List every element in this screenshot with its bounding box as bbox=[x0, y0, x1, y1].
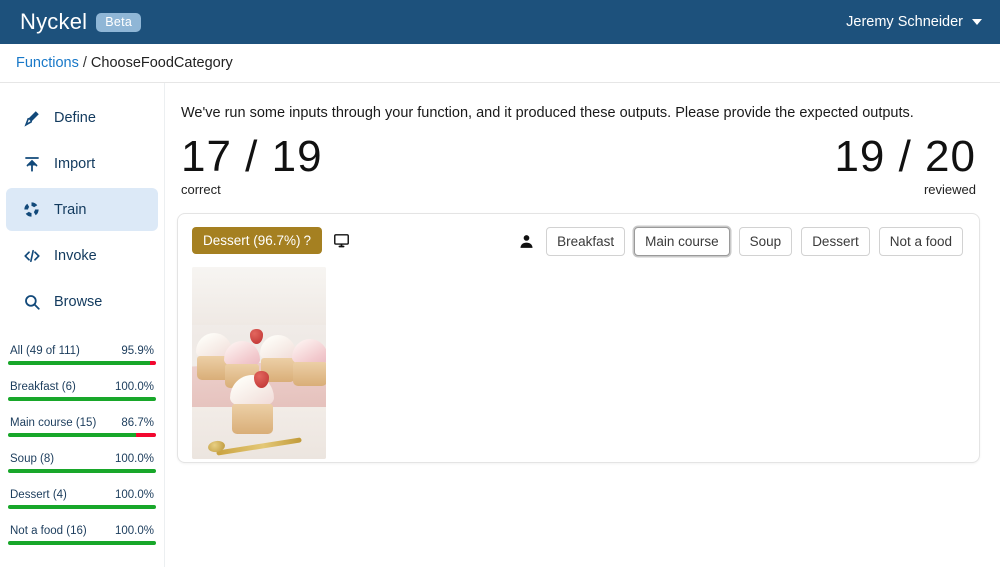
code-icon bbox=[22, 246, 41, 265]
upload-icon bbox=[22, 154, 41, 173]
score-reviewed: 19 / 20 reviewed bbox=[834, 132, 976, 197]
sample-card-header: Dessert (96.7%)? Breakfast Main course S… bbox=[192, 226, 965, 256]
bar-correct bbox=[8, 361, 150, 365]
stat-percent: 100.0% bbox=[114, 453, 154, 465]
sidebar-item-invoke[interactable]: Invoke bbox=[6, 234, 158, 277]
main-content: We've run some inputs through your funct… bbox=[165, 83, 1000, 567]
stat-label: Breakfast (6) bbox=[10, 381, 76, 393]
chevron-down-icon bbox=[972, 19, 982, 25]
cupcake-front-main bbox=[228, 374, 276, 434]
choice-button-main-course[interactable]: Main course bbox=[634, 226, 730, 256]
user-name: Jeremy Schneider bbox=[846, 14, 963, 30]
stat-progress-bar bbox=[8, 433, 156, 437]
stat-label: Soup (8) bbox=[10, 453, 55, 465]
stat-percent: 100.0% bbox=[114, 489, 154, 501]
stat-percent: 100.0% bbox=[114, 381, 154, 393]
stat-row[interactable]: Main course (15) 86.7% bbox=[8, 417, 156, 437]
stat-label: Main course (15) bbox=[10, 417, 97, 429]
choice-button-dessert[interactable]: Dessert bbox=[801, 226, 870, 256]
stat-progress-bar bbox=[8, 505, 156, 509]
cupcake-far-right bbox=[290, 338, 326, 386]
stat-percent: 100.0% bbox=[114, 525, 154, 537]
sidebar-item-label: Invoke bbox=[54, 247, 97, 264]
stat-row[interactable]: Dessert (4) 100.0% bbox=[8, 489, 156, 509]
monitor-icon bbox=[333, 232, 350, 249]
breadcrumb: Functions / ChooseFoodCategory bbox=[0, 44, 1000, 83]
stat-progress-bar bbox=[8, 397, 156, 401]
stat-progress-bar bbox=[8, 361, 156, 365]
score-reviewed-label: reviewed bbox=[923, 181, 976, 197]
sample-image-cupcakes[interactable] bbox=[192, 266, 326, 459]
train-icon bbox=[22, 200, 41, 219]
page-layout: Define Import Train Invoke Browse All (4… bbox=[0, 83, 1000, 567]
sidebar-item-import[interactable]: Import bbox=[6, 142, 158, 185]
top-navigation-bar: Nyckel Beta Jeremy Schneider bbox=[0, 0, 1000, 44]
stat-row[interactable]: Not a food (16) 100.0% bbox=[8, 525, 156, 545]
person-icon bbox=[518, 233, 535, 250]
label-choice-group: Breakfast Main course Soup Dessert Not a… bbox=[518, 226, 965, 256]
image-background-top bbox=[192, 266, 326, 325]
bar-incorrect bbox=[149, 361, 156, 365]
brush-icon bbox=[22, 108, 41, 127]
score-reviewed-value: 19 / 20 bbox=[834, 132, 976, 181]
score-correct-value: 17 / 19 bbox=[181, 132, 323, 181]
search-icon bbox=[22, 292, 41, 311]
bar-correct bbox=[8, 541, 156, 545]
breadcrumb-current: ChooseFoodCategory bbox=[90, 55, 233, 71]
sidebar: Define Import Train Invoke Browse All (4… bbox=[0, 83, 165, 567]
prediction-group: Dessert (96.7%)? bbox=[192, 226, 350, 254]
bar-incorrect bbox=[136, 433, 156, 437]
sidebar-item-label: Browse bbox=[54, 293, 103, 310]
class-stats-list: All (49 of 111) 95.9% Breakfast (6) 100.… bbox=[0, 345, 164, 545]
stat-label: Dessert (4) bbox=[10, 489, 67, 501]
stat-label: All (49 of 111) bbox=[10, 345, 80, 357]
stat-row[interactable]: Soup (8) 100.0% bbox=[8, 453, 156, 473]
sidebar-item-label: Train bbox=[54, 201, 87, 218]
bar-correct bbox=[8, 505, 156, 509]
breadcrumb-separator: / bbox=[82, 55, 87, 71]
bar-correct bbox=[8, 469, 156, 473]
score-summary: 17 / 19 correct 19 / 20 reviewed bbox=[177, 132, 980, 197]
stat-row[interactable]: Breakfast (6) 100.0% bbox=[8, 381, 156, 401]
sample-card: Dessert (96.7%)? Breakfast Main course S… bbox=[177, 212, 980, 463]
stat-percent: 86.7% bbox=[121, 417, 154, 429]
bar-correct bbox=[8, 433, 137, 437]
stat-row[interactable]: All (49 of 111) 95.9% bbox=[8, 345, 156, 365]
user-menu[interactable]: Jeremy Schneider bbox=[846, 14, 982, 30]
score-correct-label: correct bbox=[181, 181, 221, 197]
brand-name: Nyckel bbox=[20, 9, 88, 34]
brand-logo[interactable]: Nyckel Beta bbox=[20, 9, 142, 35]
choice-button-soup[interactable]: Soup bbox=[738, 226, 793, 256]
beta-badge: Beta bbox=[96, 12, 142, 32]
breadcrumb-link-functions[interactable]: Functions bbox=[16, 55, 79, 71]
stat-percent: 95.9% bbox=[121, 345, 154, 357]
choice-button-not-a-food[interactable]: Not a food bbox=[878, 226, 963, 256]
prediction-badge[interactable]: Dessert (96.7%)? bbox=[192, 226, 323, 254]
sidebar-item-train[interactable]: Train bbox=[6, 188, 158, 231]
prediction-label: Dessert (96.7%) bbox=[203, 232, 301, 248]
sidebar-item-label: Import bbox=[54, 155, 96, 172]
choice-button-breakfast[interactable]: Breakfast bbox=[546, 226, 626, 256]
bar-correct bbox=[8, 397, 156, 401]
stat-progress-bar bbox=[8, 469, 156, 473]
score-correct: 17 / 19 correct bbox=[181, 132, 323, 197]
sidebar-item-label: Define bbox=[54, 109, 96, 126]
prediction-help-marker[interactable]: ? bbox=[304, 233, 312, 248]
sidebar-item-browse[interactable]: Browse bbox=[6, 280, 158, 323]
intro-text: We've run some inputs through your funct… bbox=[181, 105, 914, 121]
stat-label: Not a food (16) bbox=[10, 525, 87, 537]
sidebar-item-define[interactable]: Define bbox=[6, 96, 158, 139]
stat-progress-bar bbox=[8, 541, 156, 545]
